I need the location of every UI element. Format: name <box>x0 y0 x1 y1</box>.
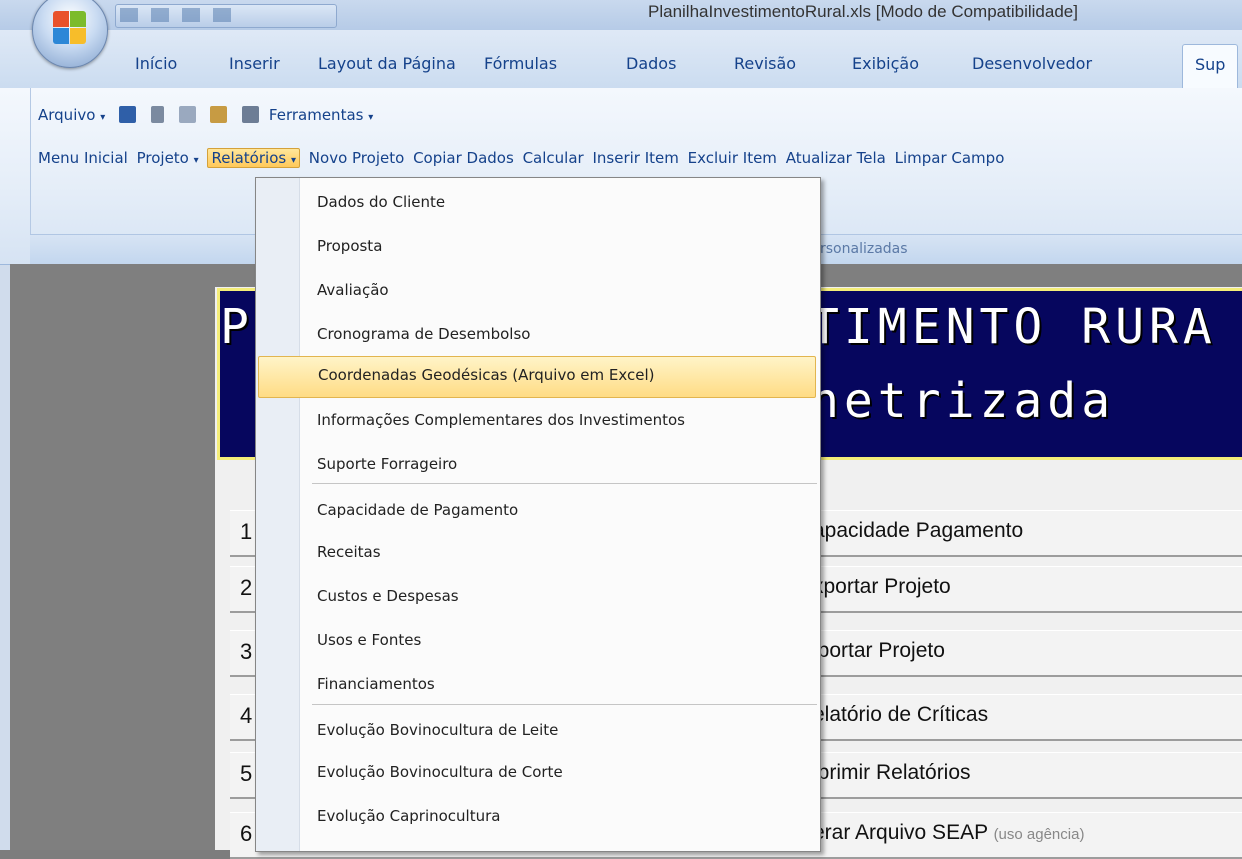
tab-inicio[interactable]: Início <box>135 54 177 73</box>
dropdown-arrow-icon: ▾ <box>100 112 106 123</box>
banner-line2: netrizada <box>810 373 1116 429</box>
dropdown-arrow-icon: ▾ <box>193 155 199 166</box>
copy-icon[interactable] <box>178 106 196 123</box>
menu-item-label: Dados do Cliente <box>317 193 446 211</box>
save-icon[interactable] <box>120 8 138 22</box>
redo-icon[interactable] <box>182 8 201 22</box>
button-label: elatório de Críticas <box>813 703 989 726</box>
menu-separator <box>312 483 817 484</box>
menu-item-avaliacao[interactable]: Avaliação <box>299 272 818 310</box>
menu-item-label: Coordenadas Geodésicas (Arquivo em Excel… <box>318 366 655 384</box>
paste-icon[interactable] <box>210 106 228 123</box>
menu-item-label: Evolução Caprinocultura <box>317 807 501 825</box>
menu-item-label: Avaliação <box>317 281 389 299</box>
button-label-main: erar Arquivo SEAP <box>813 821 988 844</box>
projeto-menu[interactable]: Projeto ▾ <box>137 149 199 167</box>
limpar-campo-button[interactable]: Limpar Campo <box>895 149 1005 167</box>
menu-item-informacoes-complementares[interactable]: Informações Complementares dos Investime… <box>299 402 818 440</box>
tab-formulas[interactable]: Fórmulas <box>484 54 557 73</box>
tab-inserir[interactable]: Inserir <box>229 54 280 73</box>
button-number: 6 <box>240 821 253 846</box>
relatorios-dropdown: Dados do Cliente Proposta Avaliação Cron… <box>255 177 821 852</box>
group-label-text: rsonalizadas <box>820 241 908 257</box>
menu-item-label: Proposta <box>317 237 383 255</box>
menu-item-financiamentos[interactable]: Financiamentos <box>299 666 818 704</box>
calcular-button[interactable]: Calcular <box>523 149 584 167</box>
ribbon-tab-bar: Início Inserir Layout da Página Fórmulas… <box>0 30 1242 89</box>
copiar-dados-button[interactable]: Copiar Dados <box>413 149 514 167</box>
menu-item-coordenadas-geodesicas[interactable]: Coordenadas Geodésicas (Arquivo em Excel… <box>258 356 816 398</box>
menu-item-label: Suporte Forrageiro <box>317 455 458 473</box>
dropdown-arrow-icon: ▾ <box>290 155 297 166</box>
button-number: 1 <box>240 519 253 544</box>
menu-item-proposta[interactable]: Proposta <box>299 228 818 266</box>
banner-line1-left: P <box>220 299 254 355</box>
tab-suplementos[interactable]: Sup <box>1182 44 1239 88</box>
menu-item-label: Evolução Bovinocultura de Leite <box>317 721 559 739</box>
quick-access-toolbar[interactable] <box>115 4 337 28</box>
tab-exibicao[interactable]: Exibição <box>852 54 919 73</box>
window-title: PlanilhaInvestimentoRural.xls [Modo de C… <box>648 2 1078 21</box>
menu-item-usos-e-fontes[interactable]: Usos e Fontes <box>299 622 818 660</box>
projeto-label: Projeto <box>136 149 189 167</box>
button-number: 5 <box>240 761 253 786</box>
button-label: iportar Projeto <box>813 639 945 662</box>
menu-icon-gutter <box>256 178 300 851</box>
menu-separator <box>312 704 817 705</box>
menu-item-custos-e-despesas[interactable]: Custos e Despesas <box>299 578 818 616</box>
button-label: apacidade Pagamento <box>813 519 1024 542</box>
menu-item-evolucao-caprinocultura[interactable]: Evolução Caprinocultura <box>299 798 818 836</box>
menu-item-label: Cronograma de Desembolso <box>317 325 531 343</box>
undo-icon[interactable] <box>151 8 170 22</box>
menu-item-label: Usos e Fontes <box>317 631 422 649</box>
atualizar-tela-button[interactable]: Atualizar Tela <box>786 149 886 167</box>
button-label-suffix: (uso agência) <box>993 826 1085 843</box>
menu-item-label: Evolução Bovinocultura de Corte <box>317 763 563 781</box>
arquivo-menu[interactable]: Arquivo ▾ <box>38 106 105 124</box>
menu-item-dados-do-cliente[interactable]: Dados do Cliente <box>299 184 818 222</box>
menu-item-cronograma-de-desembolso[interactable]: Cronograma de Desembolso <box>299 316 818 354</box>
office-logo-icon <box>53 11 87 45</box>
menu-item-label: Custos e Despesas <box>317 587 459 605</box>
dropdown-arrow-icon: ▾ <box>368 112 374 123</box>
arquivo-label: Arquivo <box>38 106 96 124</box>
menu-item-evolucao-bovinocultura-leite[interactable]: Evolução Bovinocultura de Leite <box>299 712 818 750</box>
relatorios-menu[interactable]: Relatórios ▾ <box>207 148 301 168</box>
custom-toolbar-row-1: Arquivo ▾ Ferramentas ▾ <box>38 106 377 124</box>
tab-layout-da-pagina[interactable]: Layout da Página <box>318 54 456 73</box>
tab-desenvolvedor[interactable]: Desenvolvedor <box>972 54 1092 73</box>
menu-item-label: Financiamentos <box>317 675 435 693</box>
button-number: 4 <box>240 703 253 728</box>
menu-item-label: Capacidade de Pagamento <box>317 501 519 519</box>
button-number: 2 <box>240 575 253 600</box>
novo-projeto-button[interactable]: Novo Projeto <box>309 149 404 167</box>
menu-item-evolucao-bovinocultura-corte[interactable]: Evolução Bovinocultura de Corte <box>299 754 818 792</box>
ferramentas-label: Ferramentas <box>268 106 364 124</box>
menu-item-suporte-forrageiro[interactable]: Suporte Forrageiro <box>299 446 818 484</box>
print-preview-icon[interactable] <box>213 8 232 22</box>
button-number: 3 <box>240 639 253 664</box>
button-label: xportar Projeto <box>813 575 951 598</box>
save-icon[interactable] <box>119 106 137 123</box>
button-label: iprimir Relatórios <box>813 761 971 784</box>
menu-item-label: Informações Complementares dos Investime… <box>317 411 685 429</box>
inserir-item-button[interactable]: Inserir Item <box>592 149 678 167</box>
ferramentas-menu[interactable]: Ferramentas ▾ <box>269 106 373 124</box>
title-bar: PlanilhaInvestimentoRural.xls [Modo de C… <box>0 0 1242 30</box>
menu-item-label: Receitas <box>317 543 381 561</box>
menu-item-capacidade-de-pagamento[interactable]: Capacidade de Pagamento <box>299 492 818 530</box>
custom-toolbar-row-2: Menu Inicial Projeto ▾ Relatórios ▾ Novo… <box>38 148 1008 168</box>
tab-revisao[interactable]: Revisão <box>734 54 796 73</box>
banner-line1-right: TIMENTO RURA <box>810 299 1217 355</box>
excluir-item-button[interactable]: Excluir Item <box>688 149 777 167</box>
menu-inicial-button[interactable]: Menu Inicial <box>38 149 128 167</box>
print-icon[interactable] <box>242 106 260 123</box>
cut-icon[interactable] <box>150 106 164 123</box>
button-label: erar Arquivo SEAP (uso agência) <box>813 821 1084 845</box>
tab-dados[interactable]: Dados <box>626 54 676 73</box>
relatorios-label: Relatórios <box>211 149 287 167</box>
menu-item-receitas[interactable]: Receitas <box>299 534 818 572</box>
